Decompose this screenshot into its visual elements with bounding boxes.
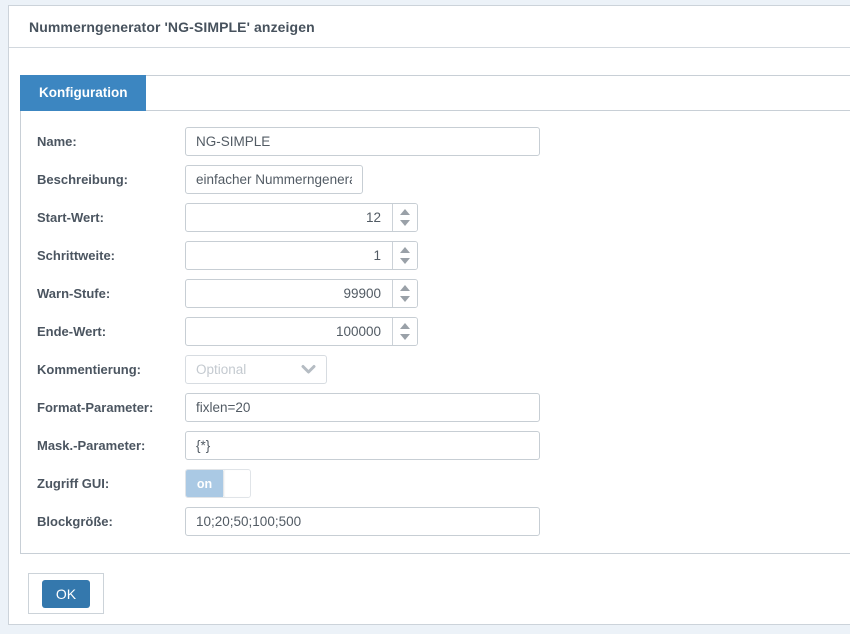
format-parameter-field[interactable]	[185, 393, 540, 422]
tab-konfiguration[interactable]: Konfiguration	[20, 75, 146, 111]
dialog-header: Nummerngenerator 'NG-SIMPLE' anzeigen	[9, 6, 850, 48]
triangle-down-icon[interactable]	[400, 258, 410, 264]
form-row-name: Name:	[37, 127, 850, 156]
form-row-schrittweite: Schrittweite:	[37, 241, 850, 270]
form-row-kommentierung: Kommentierung: Optional	[37, 355, 850, 384]
schrittweite-field[interactable]	[185, 241, 418, 270]
ok-button[interactable]: OK	[42, 580, 90, 608]
configuration-form: Name: Beschreibung: Start-Wert:	[21, 111, 850, 553]
triangle-down-icon[interactable]	[400, 296, 410, 302]
triangle-down-icon[interactable]	[400, 220, 410, 226]
warn-stufe-label: Warn-Stufe:	[37, 286, 185, 301]
kommentierung-label: Kommentierung:	[37, 362, 185, 377]
ende-wert-field[interactable]	[185, 317, 418, 346]
warn-stufe-spinner	[392, 280, 417, 307]
warn-stufe-stepper	[185, 279, 418, 308]
dialog-panel: Nummerngenerator 'NG-SIMPLE' anzeigen Ko…	[8, 5, 850, 625]
schrittweite-label: Schrittweite:	[37, 248, 185, 263]
form-row-beschreibung: Beschreibung:	[37, 165, 850, 194]
form-row-mask-parameter: Mask.-Parameter:	[37, 431, 850, 460]
mask-parameter-field[interactable]	[185, 431, 540, 460]
toggle-on-state: on	[186, 470, 223, 497]
triangle-up-icon[interactable]	[400, 209, 410, 215]
tabview: Konfiguration Name: Beschreibung: Start-…	[20, 75, 850, 554]
kommentierung-selected-value: Optional	[196, 362, 301, 377]
ende-wert-label: Ende-Wert:	[37, 324, 185, 339]
start-wert-spinner	[392, 204, 417, 231]
zugriff-gui-label: Zugriff GUI:	[37, 476, 185, 491]
button-bar: OK	[28, 573, 104, 614]
schrittweite-spinner	[392, 242, 417, 269]
tab-bar: Konfiguration	[21, 76, 850, 111]
form-row-ende-wert: Ende-Wert:	[37, 317, 850, 346]
page-title: Nummerngenerator 'NG-SIMPLE' anzeigen	[29, 19, 315, 35]
name-field[interactable]	[185, 127, 540, 156]
form-row-zugriff-gui: Zugriff GUI: on	[37, 469, 850, 498]
beschreibung-field[interactable]	[185, 165, 363, 194]
form-row-blockgroesse: Blockgröße:	[37, 507, 850, 536]
name-label: Name:	[37, 134, 185, 149]
chevron-down-icon	[301, 364, 316, 375]
triangle-up-icon[interactable]	[400, 247, 410, 253]
ende-wert-spinner	[392, 318, 417, 345]
beschreibung-label: Beschreibung:	[37, 172, 185, 187]
ende-wert-stepper	[185, 317, 418, 346]
start-wert-label: Start-Wert:	[37, 210, 185, 225]
start-wert-field[interactable]	[185, 203, 418, 232]
form-row-format-parameter: Format-Parameter:	[37, 393, 850, 422]
triangle-down-icon[interactable]	[400, 334, 410, 340]
form-row-start-wert: Start-Wert:	[37, 203, 850, 232]
mask-parameter-label: Mask.-Parameter:	[37, 438, 185, 453]
triangle-up-icon[interactable]	[400, 285, 410, 291]
toggle-knob	[223, 470, 250, 497]
start-wert-stepper	[185, 203, 418, 232]
zugriff-gui-toggle[interactable]: on	[185, 469, 251, 498]
schrittweite-stepper	[185, 241, 418, 270]
blockgroesse-field[interactable]	[185, 507, 540, 536]
blockgroesse-label: Blockgröße:	[37, 514, 185, 529]
kommentierung-select[interactable]: Optional	[185, 355, 327, 384]
form-row-warn-stufe: Warn-Stufe:	[37, 279, 850, 308]
warn-stufe-field[interactable]	[185, 279, 418, 308]
format-parameter-label: Format-Parameter:	[37, 400, 185, 415]
triangle-up-icon[interactable]	[400, 323, 410, 329]
